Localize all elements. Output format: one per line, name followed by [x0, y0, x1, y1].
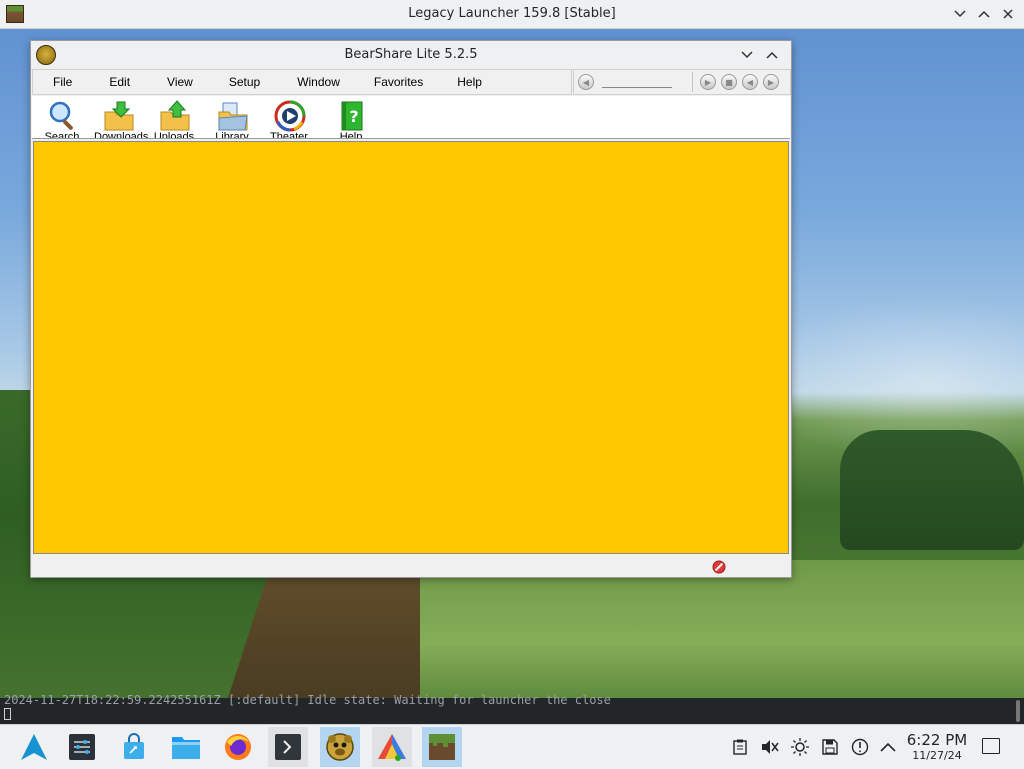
- library-folder-icon: [218, 102, 248, 131]
- triangle-app-icon: [378, 734, 406, 761]
- taskbar: 6:22 PM 11/27/24: [0, 724, 1024, 769]
- close-icon: [1003, 9, 1013, 19]
- previous-button[interactable]: ◀: [742, 74, 758, 90]
- terminal-scrollbar[interactable]: [1016, 700, 1020, 722]
- launcher-close-button[interactable]: [998, 4, 1018, 24]
- taskbar-legacy-launcher[interactable]: [422, 727, 462, 767]
- clipboard-icon[interactable]: [730, 737, 750, 757]
- bearshare-titlebar[interactable]: BearShare Lite 5.2.5: [31, 41, 791, 70]
- wallpaper-trees: [840, 430, 1024, 550]
- help-book-icon: ?: [341, 101, 363, 131]
- taskbar-terminal[interactable]: [268, 727, 308, 767]
- show-desktop-button[interactable]: [982, 738, 1000, 754]
- toolbar-uploads-label: Uploads: [153, 131, 195, 139]
- taskbar-application-launcher[interactable]: [14, 727, 54, 767]
- expand-tray-icon[interactable]: [878, 737, 898, 757]
- toolbar-theater-button[interactable]: Theater: [265, 98, 313, 138]
- upload-folder-icon: [160, 100, 190, 131]
- taskbar-discover[interactable]: [114, 727, 154, 767]
- volume-icon[interactable]: ◀: [578, 74, 594, 90]
- chevron-up-icon: [766, 51, 778, 59]
- chevron-up-icon: [978, 10, 990, 18]
- toolbar-theater-label: Theater: [270, 131, 308, 139]
- launcher-maximize-button[interactable]: [974, 4, 994, 24]
- bearshare-main-content[interactable]: [33, 141, 789, 554]
- chevron-down-icon: [954, 10, 966, 18]
- volume-slider[interactable]: [602, 87, 672, 88]
- wallpaper-grass: [420, 560, 1024, 700]
- player-divider: [692, 72, 693, 92]
- toolbar-downloads-button[interactable]: Downloads: [94, 98, 149, 139]
- save-icon[interactable]: [820, 737, 840, 757]
- bearshare-title: BearShare Lite 5.2.5: [344, 47, 478, 62]
- play-button[interactable]: ▶: [700, 74, 716, 90]
- disconnected-icon[interactable]: [712, 560, 726, 574]
- launcher-minimize-button[interactable]: [950, 4, 970, 24]
- svg-text:?: ?: [349, 107, 358, 126]
- firefox-icon: [225, 734, 251, 760]
- volume-muted-icon[interactable]: [760, 737, 780, 757]
- toolbar-search-button[interactable]: Search: [38, 98, 86, 138]
- clock-time[interactable]: 6:22 PM: [902, 731, 972, 749]
- bearshare-toolbar: Search Downloads Uploads Library Theater…: [32, 96, 790, 139]
- bearshare-maximize-button[interactable]: [762, 45, 782, 65]
- taskbar-firefox[interactable]: [218, 727, 258, 767]
- menu-window[interactable]: Window: [295, 75, 342, 89]
- launcher-titlebar[interactable]: Legacy Launcher 159.8 [Stable]: [0, 0, 1024, 29]
- folder-icon: [172, 737, 200, 759]
- bearshare-window[interactable]: BearShare Lite 5.2.5 File Edit View Setu…: [30, 40, 792, 578]
- menu-file[interactable]: File: [51, 75, 74, 89]
- arch-logo-icon: [21, 734, 47, 760]
- launcher-title: Legacy Launcher 159.8 [Stable]: [408, 6, 616, 21]
- taskbar-bearshare[interactable]: [320, 727, 360, 767]
- toolbar-uploads-button[interactable]: Uploads: [150, 98, 198, 138]
- magnifier-icon: [49, 101, 73, 130]
- toolbar-library-label: Library: [215, 131, 249, 139]
- clock-date[interactable]: 11/27/24: [902, 749, 972, 762]
- toolbar-downloads-label: Downloads: [94, 131, 149, 139]
- brightness-icon[interactable]: [790, 737, 810, 757]
- taskbar-wine-installer[interactable]: [372, 727, 412, 767]
- next-button[interactable]: ▶: [763, 74, 779, 90]
- terminal-output-line: 2024-11-27T18:22:59.224255161Z [:default…: [4, 693, 611, 707]
- updates-icon[interactable]: [850, 737, 870, 757]
- toolbar-search-label: Search: [44, 131, 80, 139]
- menu-edit[interactable]: Edit: [107, 75, 132, 89]
- toolbar-help-label: Help: [339, 131, 363, 139]
- store-bag-icon: [124, 733, 144, 759]
- bearshare-icon: [326, 733, 354, 761]
- bearshare-statusbar: [32, 556, 790, 577]
- taskbar-system-settings[interactable]: [62, 727, 102, 767]
- bearshare-minimize-button[interactable]: [737, 45, 757, 65]
- terminal-panel[interactable]: 2024-11-27T18:22:59.224255161Z [:default…: [0, 693, 1024, 724]
- bearshare-menubar: File Edit View Setup Window Favorites He…: [32, 69, 572, 95]
- chevron-down-icon: [741, 51, 753, 59]
- media-player-bar: ◀ ▶ ■ ◀ ▶: [573, 69, 791, 95]
- menu-favorites[interactable]: Favorites: [372, 75, 425, 89]
- menu-help[interactable]: Help: [455, 75, 484, 89]
- toolbar-help-button[interactable]: ? Help: [327, 98, 375, 138]
- stop-button[interactable]: ■: [721, 74, 737, 90]
- grass-block-icon: [429, 734, 455, 760]
- menu-setup[interactable]: Setup: [227, 75, 262, 89]
- terminal-icon: [275, 734, 301, 760]
- taskbar-file-manager[interactable]: [166, 727, 206, 767]
- download-folder-icon: [104, 101, 134, 131]
- menu-view[interactable]: View: [165, 75, 195, 89]
- media-player-icon: [274, 100, 306, 132]
- terminal-cursor: [4, 708, 11, 720]
- settings-sliders-icon: [69, 734, 95, 760]
- toolbar-library-button[interactable]: Library: [208, 98, 256, 138]
